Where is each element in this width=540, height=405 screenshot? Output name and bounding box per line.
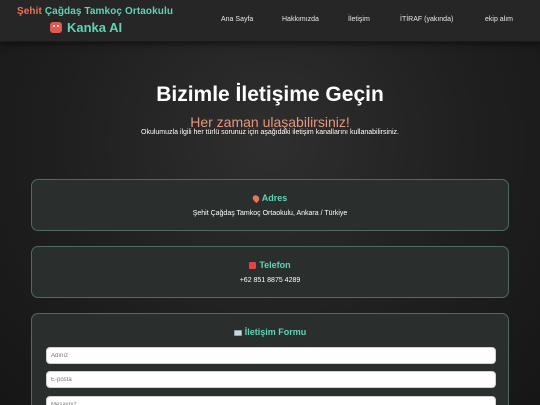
page-subtitle: Her zaman ulaşabilirsiniz!	[190, 114, 350, 130]
phone-icon	[249, 262, 257, 270]
robot-icon	[50, 22, 62, 33]
contact-form-card: İletişim Formu	[31, 313, 509, 405]
message-field[interactable]	[46, 396, 496, 405]
address-title: Adres	[261, 193, 288, 203]
contact-form-title-text: İletişim Formu	[244, 327, 307, 337]
school-name-accent: Şehit	[17, 6, 42, 17]
page-title: Bizimle İletişime Geçin	[156, 83, 384, 106]
address-card: Adres Şehit Çağdaş Tamkoç Ortaokulu, Ank…	[31, 179, 509, 231]
brand-logo[interactable]: Kanka AI	[50, 20, 122, 35]
address-text: Şehit Çağdaş Tamkoç Ortaokulu, Ankara / …	[192, 210, 348, 217]
phone-card: Telefon +62 851 8875 4289	[31, 246, 509, 298]
phone-number[interactable]: +62 851 8875 4289	[32, 277, 508, 284]
email-field[interactable]	[46, 371, 496, 388]
envelope-icon	[233, 329, 242, 336]
phone-card-title: Telefon	[32, 260, 508, 270]
pin-icon	[251, 194, 261, 204]
phone-title: Telefon	[259, 260, 291, 270]
address-card-title: Adres	[32, 193, 508, 204]
school-name-rest: Çağdaş Tamkoç Ortaokulu	[41, 6, 174, 17]
nav-home[interactable]: Ana Sayfa	[221, 16, 253, 23]
name-field[interactable]	[46, 347, 496, 364]
page-description: Okulumuzla ilgili her türlü sorunuz için…	[141, 129, 399, 136]
top-navigation-bar: Şehit Çağdaş Tamkoç Ortaokulu Kanka AI A…	[0, 0, 540, 42]
brand-name: Kanka AI	[67, 20, 123, 35]
school-name: Şehit Çağdaş Tamkoç Ortaokulu	[17, 6, 173, 17]
nav-team-recruitment[interactable]: ekip alım	[485, 16, 513, 23]
contact-form-title: İletişim Formu	[32, 327, 508, 337]
nav-about[interactable]: Hakkımızda	[282, 16, 319, 23]
nav-contact[interactable]: İletişim	[348, 16, 370, 23]
nav-confession[interactable]: İTİRAF (yakında)	[400, 16, 453, 23]
